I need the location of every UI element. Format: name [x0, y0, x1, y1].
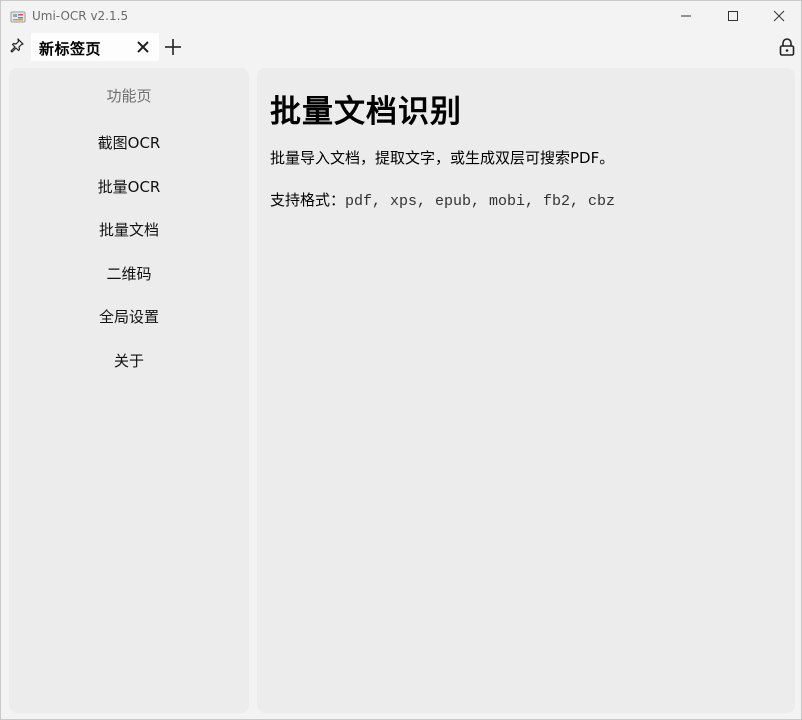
app-logo-icon: [10, 9, 26, 23]
sidebar-item-batch-ocr[interactable]: 批量OCR: [9, 176, 249, 197]
sidebar-header: 功能页: [106, 87, 152, 105]
main-panel: 批量文档识别 批量导入文档，提取文字，或生成双层可搜索PDF。 支持格式：pdf…: [257, 68, 795, 713]
page-title: 批量文档识别: [270, 94, 462, 130]
pin-button[interactable]: [7, 37, 27, 57]
tab-new-tab[interactable]: 新标签页: [31, 33, 159, 61]
sidebar-item-about[interactable]: 关于: [9, 350, 249, 371]
tab-label: 新标签页: [39, 40, 102, 58]
minimize-icon: [680, 7, 692, 26]
window-title: Umi-OCR v2.1.5: [32, 9, 129, 23]
title-bar[interactable]: Umi-OCR v2.1.5: [1, 1, 801, 31]
sidebar-item-batch-doc[interactable]: 批量文档: [9, 219, 249, 240]
sidebar-item-screenshot-ocr[interactable]: 截图OCR: [9, 132, 249, 153]
minimize-button[interactable]: [663, 1, 709, 31]
formats-value: pdf, xps, epub, mobi, fb2, cbz: [345, 193, 616, 210]
sidebar-item-global-settings[interactable]: 全局设置: [9, 306, 249, 327]
supported-formats: 支持格式：pdf, xps, epub, mobi, fb2, cbz: [270, 189, 615, 210]
close-tab-icon[interactable]: [135, 39, 151, 55]
app-window: Umi-OCR v2.1.5 新标签页 功能页 截图OCR 批量OCR 批量文档…: [0, 0, 802, 720]
sidebar-item-qrcode[interactable]: 二维码: [9, 263, 249, 284]
plus-icon[interactable]: [163, 37, 183, 57]
maximize-icon: [727, 7, 739, 26]
sidebar: 功能页 截图OCR 批量OCR 批量文档 二维码 全局设置 关于: [9, 68, 249, 713]
formats-label: 支持格式：: [270, 191, 346, 209]
lock-icon[interactable]: [777, 37, 797, 57]
close-icon: [773, 7, 785, 26]
tab-bar: 新标签页: [1, 31, 801, 61]
maximize-button[interactable]: [710, 1, 756, 31]
pin-icon: [9, 37, 25, 57]
page-description: 批量导入文档，提取文字，或生成双层可搜索PDF。: [270, 149, 615, 167]
close-window-button[interactable]: [756, 1, 802, 31]
